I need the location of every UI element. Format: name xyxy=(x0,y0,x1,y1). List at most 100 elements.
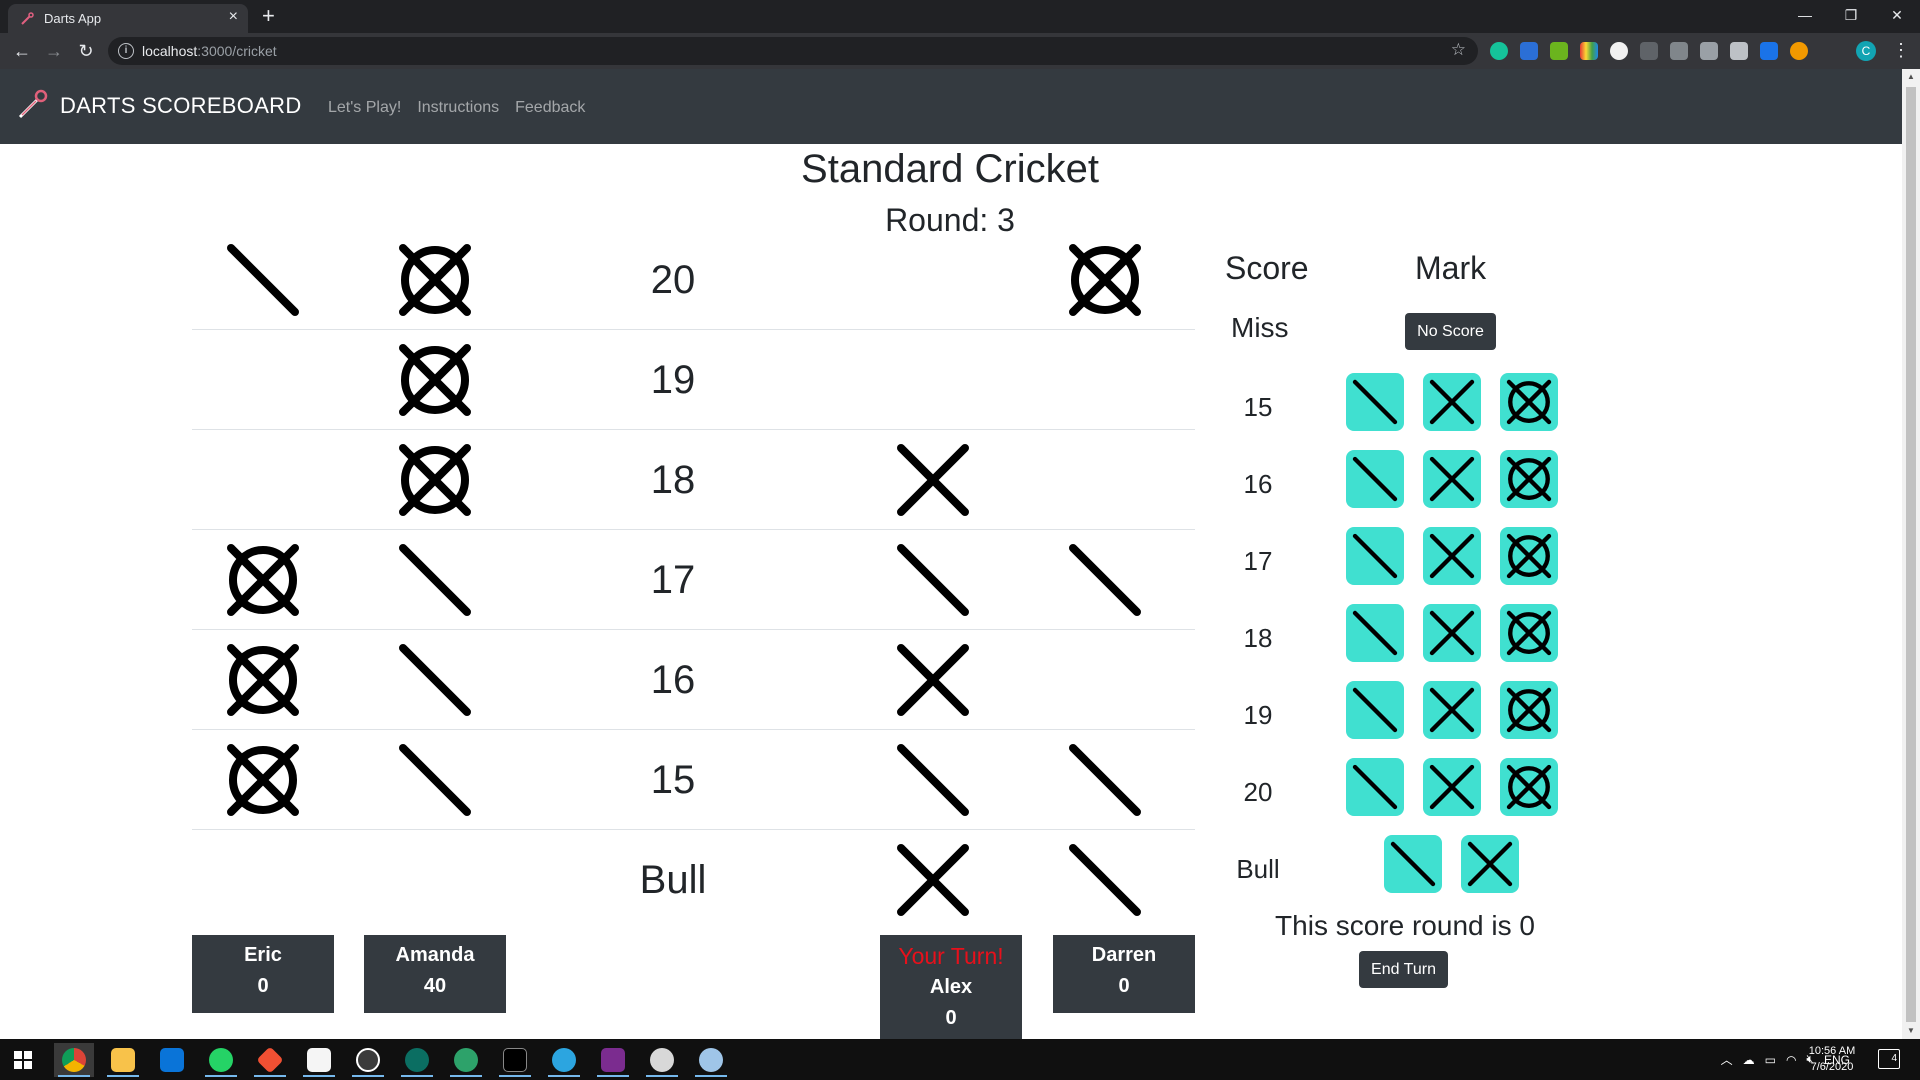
onedrive-icon[interactable]: ☁ xyxy=(1743,1053,1755,1067)
mark-2-16-button[interactable] xyxy=(1423,450,1481,508)
single-slash-mark-icon xyxy=(227,244,299,316)
mark-2-15-button[interactable] xyxy=(1423,373,1481,431)
scroll-down-icon[interactable]: ▼ xyxy=(1902,1023,1920,1039)
nav-link-feedback[interactable]: Feedback xyxy=(515,99,585,117)
battery-icon[interactable]: ▭ xyxy=(1765,1053,1776,1067)
extension-m-icon[interactable] xyxy=(1550,42,1568,60)
target-number: 20 xyxy=(650,257,696,302)
mark-1-20-button[interactable] xyxy=(1346,758,1404,816)
restore-icon[interactable]: ❐ xyxy=(1828,0,1874,30)
tray-chevron-up-icon[interactable]: ︿ xyxy=(1721,1051,1733,1068)
circle-extension-icon[interactable] xyxy=(1610,42,1628,60)
forward-icon[interactable]: → xyxy=(42,39,66,63)
circled-x-mark-icon xyxy=(1506,687,1552,733)
player-mark-cell xyxy=(863,230,1003,330)
extension-icon[interactable] xyxy=(1670,42,1688,60)
extension-new-icon[interactable] xyxy=(1760,42,1778,60)
mark-2-bull-button[interactable] xyxy=(1461,835,1519,893)
mark-2-20-button[interactable] xyxy=(1423,758,1481,816)
nav-links: Let's Play! Instructions Feedback xyxy=(328,99,585,117)
profile-avatar[interactable]: C xyxy=(1856,41,1876,61)
circled-x-mark-icon xyxy=(399,344,471,416)
extension-icon[interactable] xyxy=(1730,42,1748,60)
extension-icon[interactable] xyxy=(1640,42,1658,60)
player-card-darren[interactable]: Darren 0 xyxy=(1053,935,1195,1013)
single-slash-mark-icon xyxy=(1352,610,1398,656)
mark-2-18-button[interactable] xyxy=(1423,604,1481,662)
taskbar-explorer-icon[interactable] xyxy=(103,1043,143,1077)
game-title: Standard Cricket xyxy=(801,147,1099,191)
back-icon[interactable]: ← xyxy=(10,39,34,63)
taskbar-mail-icon[interactable] xyxy=(152,1043,192,1077)
mark-1-19-button[interactable] xyxy=(1346,681,1404,739)
player-mark-cell xyxy=(365,530,505,630)
color-extension-icon[interactable] xyxy=(1580,42,1598,60)
player-mark-cell xyxy=(365,230,505,330)
extension-icon[interactable] xyxy=(1520,42,1538,60)
mark-1-17-button[interactable] xyxy=(1346,527,1404,585)
mark-3-20-button[interactable] xyxy=(1500,758,1558,816)
single-slash-mark-icon xyxy=(1390,841,1436,887)
camera-extension-icon[interactable] xyxy=(1700,42,1718,60)
taskbar-terminal-icon[interactable] xyxy=(495,1043,535,1077)
mark-3-18-button[interactable] xyxy=(1500,604,1558,662)
mark-1-15-button[interactable] xyxy=(1346,373,1404,431)
taskbar-whatsapp-icon[interactable] xyxy=(201,1043,241,1077)
mark-3-16-button[interactable] xyxy=(1500,450,1558,508)
new-tab-icon[interactable]: + xyxy=(262,4,275,28)
mark-1-18-button[interactable] xyxy=(1346,604,1404,662)
action-center-icon[interactable]: 4 xyxy=(1878,1049,1900,1069)
brand-title[interactable]: DARTS SCOREBOARD xyxy=(60,93,302,119)
url-text: localhost:3000/cricket xyxy=(142,43,277,59)
mark-2-19-button[interactable] xyxy=(1423,681,1481,739)
mark-3-19-button[interactable] xyxy=(1500,681,1558,739)
end-turn-button[interactable]: End Turn xyxy=(1359,951,1448,988)
grammarly-icon[interactable] xyxy=(1490,42,1508,60)
address-bar[interactable]: i localhost:3000/cricket ☆ xyxy=(108,37,1478,65)
extension-icon[interactable] xyxy=(1790,42,1808,60)
close-window-icon[interactable]: ✕ xyxy=(1874,0,1920,30)
site-info-icon[interactable]: i xyxy=(118,43,134,59)
taskbar-obs-icon[interactable] xyxy=(348,1043,388,1077)
mark-3-15-button[interactable] xyxy=(1500,373,1558,431)
tab-close-icon[interactable]: × xyxy=(229,9,238,25)
minimize-icon[interactable]: — xyxy=(1782,0,1828,30)
windows-start-icon[interactable] xyxy=(14,1051,32,1069)
taskbar-app-icon[interactable] xyxy=(446,1043,486,1077)
player-card-eric[interactable]: Eric 0 xyxy=(192,935,334,1013)
mark-3-17-button[interactable] xyxy=(1500,527,1558,585)
nav-link-lets-play[interactable]: Let's Play! xyxy=(328,99,401,117)
page-scrollbar[interactable]: ▲ ▼ xyxy=(1902,69,1920,1039)
taskbar-app-icon[interactable] xyxy=(642,1043,682,1077)
browser-menu-icon[interactable]: ⋮ xyxy=(1892,39,1910,61)
scroll-thumb[interactable] xyxy=(1906,87,1916,1022)
player-score: 0 xyxy=(257,975,269,997)
circled-x-mark-icon xyxy=(227,644,299,716)
nav-link-instructions[interactable]: Instructions xyxy=(417,99,499,117)
taskbar-chrome-icon[interactable] xyxy=(54,1043,94,1077)
no-score-button[interactable]: No Score xyxy=(1405,313,1496,350)
mark-1-bull-button[interactable] xyxy=(1384,835,1442,893)
player-card-alex[interactable]: Your Turn! Alex 0 xyxy=(880,935,1022,1039)
taskbar-git-icon[interactable] xyxy=(250,1043,290,1077)
wifi-icon[interactable]: ◠ xyxy=(1786,1053,1796,1067)
mark-1-16-button[interactable] xyxy=(1346,450,1404,508)
taskbar-telegram-icon[interactable] xyxy=(544,1043,584,1077)
taskbar-clock[interactable]: 10:56 AM 7/6/2020 xyxy=(1800,1043,1864,1075)
reload-icon[interactable]: ↻ xyxy=(74,39,98,63)
taskbar-app-icon[interactable] xyxy=(397,1043,437,1077)
window-controls: — ❐ ✕ xyxy=(1782,0,1920,33)
mark-2-17-button[interactable] xyxy=(1423,527,1481,585)
player-card-amanda[interactable]: Amanda 40 xyxy=(364,935,506,1013)
browser-tab[interactable]: Darts App × xyxy=(8,4,248,33)
taskbar-app-icon[interactable] xyxy=(691,1043,731,1077)
taskbar-app-icon[interactable] xyxy=(593,1043,633,1077)
single-slash-mark-icon xyxy=(1069,544,1141,616)
taskbar-typora-icon[interactable] xyxy=(299,1043,339,1077)
clock-time: 10:56 AM xyxy=(1808,1045,1856,1057)
your-turn-label: Your Turn! xyxy=(898,943,1004,969)
player-mark-cell xyxy=(863,630,1003,730)
bookmark-star-icon[interactable]: ☆ xyxy=(1451,40,1466,60)
scroll-up-icon[interactable]: ▲ xyxy=(1902,69,1920,85)
clock-date: 7/6/2020 xyxy=(1810,1061,1854,1073)
